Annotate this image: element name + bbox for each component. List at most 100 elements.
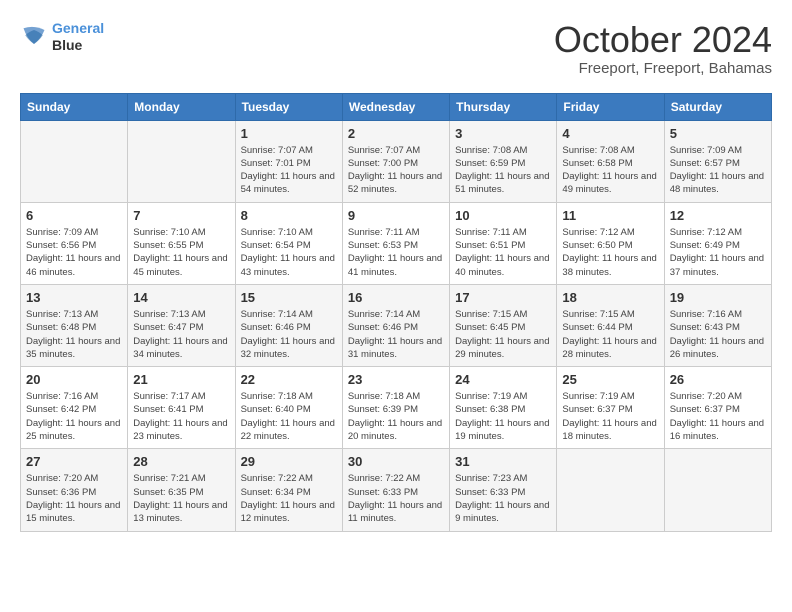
cell-info: Sunrise: 7:22 AMSunset: 6:33 PMDaylight:… xyxy=(348,472,444,525)
location: Freeport, Freeport, Bahamas xyxy=(554,60,772,77)
cell-info: Sunrise: 7:22 AMSunset: 6:34 PMDaylight:… xyxy=(241,472,337,525)
calendar-cell: 30Sunrise: 7:22 AMSunset: 6:33 PMDayligh… xyxy=(342,449,449,531)
calendar-cell: 20Sunrise: 7:16 AMSunset: 6:42 PMDayligh… xyxy=(21,367,128,449)
calendar-cell: 27 Sunrise: 7:20 AMSunset: 6:36 PMDayligh… xyxy=(21,449,128,531)
month-title: October 2024 xyxy=(554,20,772,60)
day-number: 15 xyxy=(241,290,337,305)
header-tuesday: Tuesday xyxy=(235,93,342,120)
calendar-cell: 6 Sunrise: 7:09 AMSunset: 6:56 PMDaylight… xyxy=(21,202,128,284)
cell-info: Sunrise: 7:11 AMSunset: 6:51 PMDaylight:… xyxy=(455,226,551,279)
day-number: 25 xyxy=(562,372,658,387)
day-number: 3 xyxy=(455,126,551,141)
day-number: 27 xyxy=(26,454,122,469)
calendar-cell: 19 Sunrise: 7:16 AMSunset: 6:43 PMDayligh… xyxy=(664,284,771,366)
day-number: 11 xyxy=(562,208,658,223)
cell-info: Sunrise: 7:13 AMSunset: 6:47 PMDaylight:… xyxy=(133,308,229,361)
calendar-cell: 26Sunrise: 7:20 AMSunset: 6:37 PMDayligh… xyxy=(664,367,771,449)
cell-info: Sunrise: 7:19 AMSunset: 6:38 PMDaylight:… xyxy=(455,390,551,443)
calendar-cell: 2 Sunrise: 7:07 AMSunset: 7:00 PMDaylight… xyxy=(342,120,449,202)
day-number: 19 xyxy=(670,290,766,305)
cell-info: Sunrise: 7:10 AMSunset: 6:54 PMDaylight:… xyxy=(241,226,337,279)
day-number: 24 xyxy=(455,372,551,387)
cell-info: Sunrise: 7:23 AMSunset: 6:33 PMDaylight:… xyxy=(455,472,551,525)
calendar-cell: 17 Sunrise: 7:15 AMSunset: 6:45 PMDayligh… xyxy=(450,284,557,366)
logo: General Blue xyxy=(20,20,104,54)
header-monday: Monday xyxy=(128,93,235,120)
calendar-week-1: 1Sunrise: 7:07 AMSunset: 7:01 PMDaylight… xyxy=(21,120,772,202)
cell-info: Sunrise: 7:15 AMSunset: 6:45 PMDaylight:… xyxy=(455,308,551,361)
calendar-cell: 12 Sunrise: 7:12 AMSunset: 6:49 PMDayligh… xyxy=(664,202,771,284)
cell-info: Sunrise: 7:16 AMSunset: 6:43 PMDaylight:… xyxy=(670,308,766,361)
day-number: 2 xyxy=(348,126,444,141)
cell-info: Sunrise: 7:18 AMSunset: 6:40 PMDaylight:… xyxy=(241,390,337,443)
day-number: 10 xyxy=(455,208,551,223)
calendar-cell: 1Sunrise: 7:07 AMSunset: 7:01 PMDaylight… xyxy=(235,120,342,202)
header-wednesday: Wednesday xyxy=(342,93,449,120)
calendar-week-3: 13Sunrise: 7:13 AMSunset: 6:48 PMDayligh… xyxy=(21,284,772,366)
calendar-cell xyxy=(664,449,771,531)
calendar-cell: 14 Sunrise: 7:13 AMSunset: 6:47 PMDayligh… xyxy=(128,284,235,366)
calendar-cell: 5 Sunrise: 7:09 AMSunset: 6:57 PMDaylight… xyxy=(664,120,771,202)
cell-info: Sunrise: 7:10 AMSunset: 6:55 PMDaylight:… xyxy=(133,226,229,279)
day-number: 7 xyxy=(133,208,229,223)
day-number: 22 xyxy=(241,372,337,387)
day-number: 12 xyxy=(670,208,766,223)
day-number: 23 xyxy=(348,372,444,387)
day-number: 14 xyxy=(133,290,229,305)
day-number: 1 xyxy=(241,126,337,141)
calendar-cell: 9Sunrise: 7:11 AMSunset: 6:53 PMDaylight… xyxy=(342,202,449,284)
calendar-cell: 15 Sunrise: 7:14 AMSunset: 6:46 PMDayligh… xyxy=(235,284,342,366)
calendar-cell: 23Sunrise: 7:18 AMSunset: 6:39 PMDayligh… xyxy=(342,367,449,449)
header-sunday: Sunday xyxy=(21,93,128,120)
day-number: 20 xyxy=(26,372,122,387)
cell-info: Sunrise: 7:14 AMSunset: 6:46 PMDaylight:… xyxy=(241,308,337,361)
calendar-cell: 21Sunrise: 7:17 AMSunset: 6:41 PMDayligh… xyxy=(128,367,235,449)
calendar-cell: 3 Sunrise: 7:08 AMSunset: 6:59 PMDaylight… xyxy=(450,120,557,202)
calendar-cell: 13Sunrise: 7:13 AMSunset: 6:48 PMDayligh… xyxy=(21,284,128,366)
cell-info: Sunrise: 7:20 AMSunset: 6:37 PMDaylight:… xyxy=(670,390,766,443)
cell-info: Sunrise: 7:20 AMSunset: 6:36 PMDaylight:… xyxy=(26,472,122,525)
header-saturday: Saturday xyxy=(664,93,771,120)
day-number: 28 xyxy=(133,454,229,469)
day-number: 8 xyxy=(241,208,337,223)
day-number: 5 xyxy=(670,126,766,141)
calendar-cell: 22 Sunrise: 7:18 AMSunset: 6:40 PMDayligh… xyxy=(235,367,342,449)
cell-info: Sunrise: 7:15 AMSunset: 6:44 PMDaylight:… xyxy=(562,308,658,361)
title-block: October 2024 Freeport, Freeport, Bahamas xyxy=(554,20,772,77)
header-friday: Friday xyxy=(557,93,664,120)
calendar-cell: 10 Sunrise: 7:11 AMSunset: 6:51 PMDayligh… xyxy=(450,202,557,284)
calendar-cell: 28 Sunrise: 7:21 AMSunset: 6:35 PMDayligh… xyxy=(128,449,235,531)
cell-info: Sunrise: 7:08 AMSunset: 6:58 PMDaylight:… xyxy=(562,144,658,197)
cell-info: Sunrise: 7:12 AMSunset: 6:49 PMDaylight:… xyxy=(670,226,766,279)
calendar-cell xyxy=(21,120,128,202)
calendar-cell: 11 Sunrise: 7:12 AMSunset: 6:50 PMDayligh… xyxy=(557,202,664,284)
calendar-table: SundayMondayTuesdayWednesdayThursdayFrid… xyxy=(20,93,772,532)
calendar-week-4: 20Sunrise: 7:16 AMSunset: 6:42 PMDayligh… xyxy=(21,367,772,449)
day-number: 29 xyxy=(241,454,337,469)
calendar-cell: 18 Sunrise: 7:15 AMSunset: 6:44 PMDayligh… xyxy=(557,284,664,366)
day-number: 6 xyxy=(26,208,122,223)
cell-info: Sunrise: 7:19 AMSunset: 6:37 PMDaylight:… xyxy=(562,390,658,443)
cell-info: Sunrise: 7:12 AMSunset: 6:50 PMDaylight:… xyxy=(562,226,658,279)
cell-info: Sunrise: 7:21 AMSunset: 6:35 PMDaylight:… xyxy=(133,472,229,525)
calendar-week-2: 6 Sunrise: 7:09 AMSunset: 6:56 PMDaylight… xyxy=(21,202,772,284)
header-thursday: Thursday xyxy=(450,93,557,120)
calendar-cell: 16Sunrise: 7:14 AMSunset: 6:46 PMDayligh… xyxy=(342,284,449,366)
day-number: 31 xyxy=(455,454,551,469)
calendar-cell xyxy=(128,120,235,202)
calendar-cell: 8 Sunrise: 7:10 AMSunset: 6:54 PMDaylight… xyxy=(235,202,342,284)
cell-info: Sunrise: 7:09 AMSunset: 6:56 PMDaylight:… xyxy=(26,226,122,279)
cell-info: Sunrise: 7:14 AMSunset: 6:46 PMDaylight:… xyxy=(348,308,444,361)
calendar-cell: 4 Sunrise: 7:08 AMSunset: 6:58 PMDaylight… xyxy=(557,120,664,202)
day-number: 9 xyxy=(348,208,444,223)
calendar-header-row: SundayMondayTuesdayWednesdayThursdayFrid… xyxy=(21,93,772,120)
cell-info: Sunrise: 7:09 AMSunset: 6:57 PMDaylight:… xyxy=(670,144,766,197)
cell-info: Sunrise: 7:07 AMSunset: 7:00 PMDaylight:… xyxy=(348,144,444,197)
day-number: 4 xyxy=(562,126,658,141)
cell-info: Sunrise: 7:13 AMSunset: 6:48 PMDaylight:… xyxy=(26,308,122,361)
day-number: 18 xyxy=(562,290,658,305)
day-number: 21 xyxy=(133,372,229,387)
calendar-cell: 31 Sunrise: 7:23 AMSunset: 6:33 PMDayligh… xyxy=(450,449,557,531)
day-number: 17 xyxy=(455,290,551,305)
cell-info: Sunrise: 7:08 AMSunset: 6:59 PMDaylight:… xyxy=(455,144,551,197)
